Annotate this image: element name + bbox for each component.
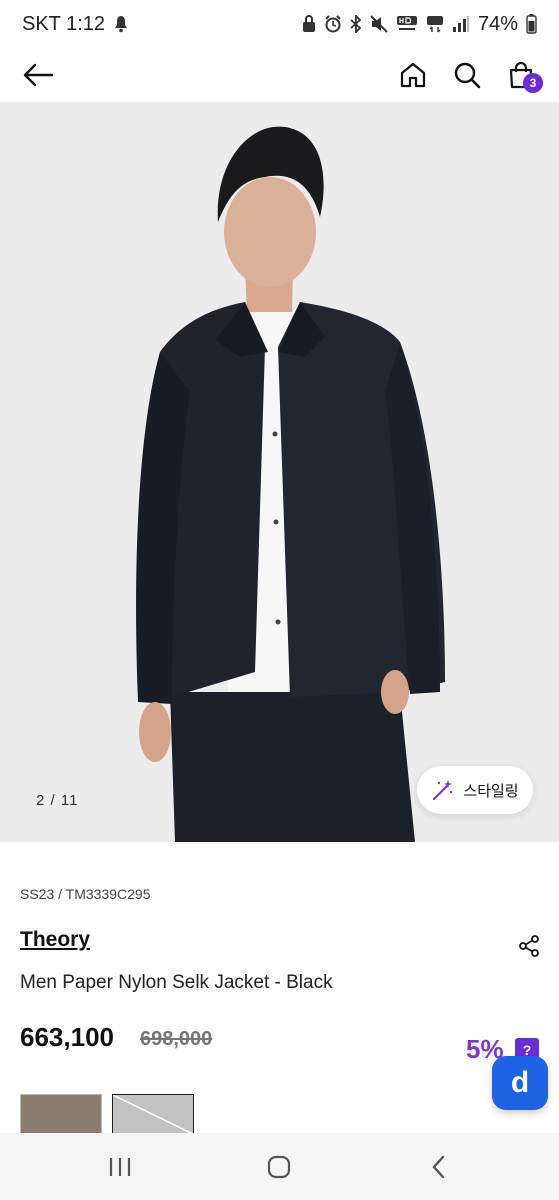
slash-icon	[113, 1095, 193, 1133]
app-header: 3	[0, 48, 559, 102]
status-left: SKT 1:12	[22, 13, 129, 36]
carrier-time: SKT 1:12	[22, 12, 106, 35]
cart-count-badge: 3	[523, 73, 543, 93]
battery-icon	[526, 14, 537, 34]
brand-link[interactable]: Theory	[20, 928, 90, 952]
mute-icon	[370, 15, 388, 33]
signal-icon	[452, 15, 470, 33]
alarm-icon	[324, 15, 342, 33]
share-icon	[519, 935, 539, 957]
color-option-selected[interactable]	[112, 1094, 194, 1134]
back-nav-button[interactable]	[409, 1142, 469, 1192]
product-name: Men Paper Nylon Selk Jacket - Black	[20, 972, 333, 993]
app-notification-icon	[113, 15, 129, 33]
recent-apps-icon	[109, 1157, 130, 1176]
product-sku: SS23 / TM3339C295	[20, 886, 151, 902]
hd-voice-icon	[396, 15, 418, 33]
share-button[interactable]	[515, 932, 543, 960]
header-actions: 3	[397, 59, 543, 93]
battery-percent: 74%	[477, 12, 518, 35]
status-right: 74%	[302, 13, 537, 36]
back-button[interactable]	[22, 59, 54, 91]
styling-label: 스타일링	[463, 782, 519, 800]
sale-price: 663,100	[20, 1022, 114, 1052]
recent-apps-button[interactable]	[90, 1142, 150, 1192]
styling-button[interactable]: 스타일링	[417, 766, 533, 814]
bluetooth-icon	[350, 15, 362, 33]
magic-wand-icon	[433, 780, 453, 801]
product-image-gallery[interactable]: 2 / 11 스타일링	[0, 102, 559, 842]
floating-d-button[interactable]: d	[492, 1056, 548, 1110]
back-arrow-icon	[23, 63, 54, 87]
color-thumbnails	[20, 1094, 194, 1134]
home-nav-button[interactable]	[249, 1142, 309, 1192]
home-icon	[400, 62, 426, 88]
search-icon	[454, 62, 481, 89]
search-button[interactable]	[451, 59, 483, 91]
home-button[interactable]	[397, 59, 429, 91]
system-nav-bar	[0, 1133, 559, 1200]
product-photo	[0, 102, 559, 842]
cart-button[interactable]: 3	[505, 59, 543, 93]
5g-icon	[426, 15, 444, 33]
home-circle-icon	[268, 1155, 291, 1178]
status-bar: SKT 1:12 74%	[0, 0, 559, 48]
original-price: 698,000	[140, 1028, 213, 1050]
back-chevron-icon	[432, 1155, 445, 1178]
color-option-taupe[interactable]	[20, 1094, 102, 1134]
lock-icon	[302, 15, 316, 33]
image-counter: 2 / 11	[36, 792, 79, 809]
